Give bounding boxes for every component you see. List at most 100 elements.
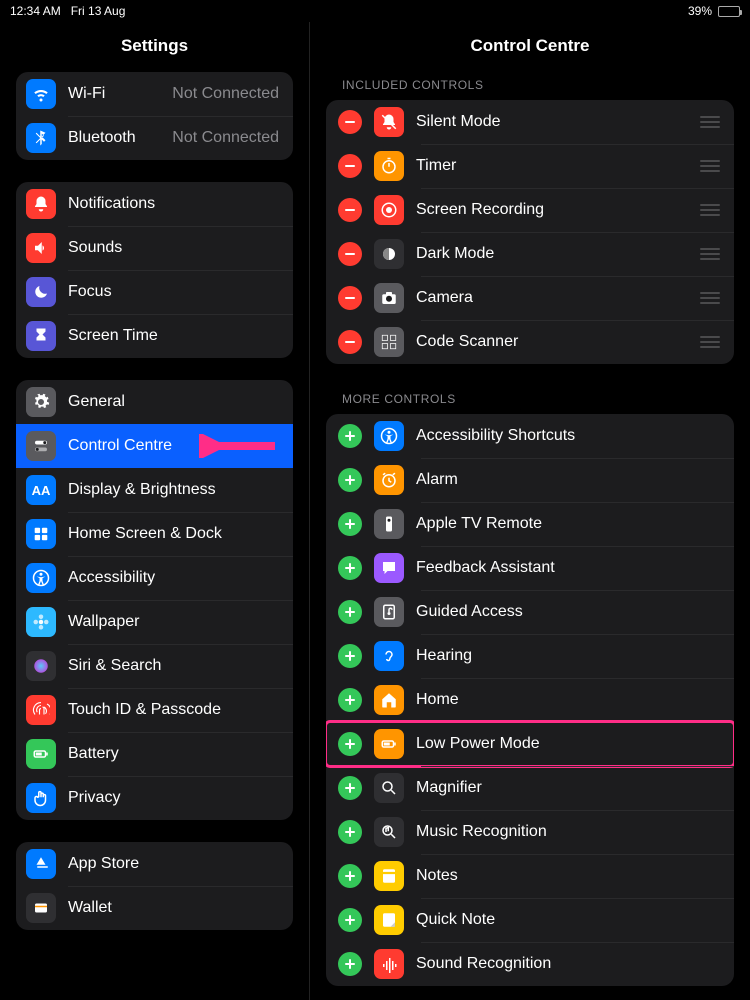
sidebar-item-home-screen-dock[interactable]: Home Screen & Dock xyxy=(16,512,293,556)
appstore-icon xyxy=(26,849,56,879)
sidebar-item-notifications[interactable]: Notifications xyxy=(16,182,293,226)
control-item-home[interactable]: Home xyxy=(326,678,734,722)
remove-button[interactable] xyxy=(338,286,362,310)
remove-button[interactable] xyxy=(338,198,362,222)
qrscan-icon xyxy=(374,327,404,357)
control-item-camera[interactable]: Camera xyxy=(326,276,734,320)
add-button[interactable] xyxy=(338,644,362,668)
control-item-label: Alarm xyxy=(416,471,720,489)
control-item-label: Home xyxy=(416,691,720,709)
battery-icon xyxy=(374,729,404,759)
control-item-screen-recording[interactable]: Screen Recording xyxy=(326,188,734,232)
drag-handle-icon[interactable] xyxy=(700,292,720,304)
sidebar-item-label: Siri & Search xyxy=(68,657,279,675)
drag-handle-icon[interactable] xyxy=(700,204,720,216)
magnify-icon xyxy=(374,773,404,803)
sidebar-item-label: Display & Brightness xyxy=(68,481,279,499)
control-item-silent-mode[interactable]: Silent Mode xyxy=(326,100,734,144)
remove-button[interactable] xyxy=(338,154,362,178)
remove-button[interactable] xyxy=(338,110,362,134)
status-time: 12:34 AM xyxy=(10,4,61,18)
sidebar-item-label: Home Screen & Dock xyxy=(68,525,279,543)
sidebar-item-general[interactable]: General xyxy=(16,380,293,424)
record-icon xyxy=(374,195,404,225)
add-button[interactable] xyxy=(338,820,362,844)
control-item-label: Timer xyxy=(416,157,700,175)
sidebar-item-wallet[interactable]: Wallet xyxy=(16,886,293,930)
add-button[interactable] xyxy=(338,468,362,492)
control-item-guided-access[interactable]: Guided Access xyxy=(326,590,734,634)
remove-button[interactable] xyxy=(338,242,362,266)
control-item-label: Apple TV Remote xyxy=(416,515,720,533)
add-button[interactable] xyxy=(338,556,362,580)
remove-button[interactable] xyxy=(338,330,362,354)
detail-pane: Control Centre INCLUDED CONTROLSSilent M… xyxy=(310,22,750,1000)
sidebar-item-sounds[interactable]: Sounds xyxy=(16,226,293,270)
add-button[interactable] xyxy=(338,512,362,536)
drag-handle-icon[interactable] xyxy=(700,116,720,128)
sidebar-item-label: App Store xyxy=(68,855,279,873)
sidebar-item-wallpaper[interactable]: Wallpaper xyxy=(16,600,293,644)
add-button[interactable] xyxy=(338,688,362,712)
control-item-label: Notes xyxy=(416,867,720,885)
hand-icon xyxy=(26,783,56,813)
add-button[interactable] xyxy=(338,952,362,976)
add-button[interactable] xyxy=(338,600,362,624)
sidebar-item-battery[interactable]: Battery xyxy=(16,732,293,776)
control-item-magnifier[interactable]: Magnifier xyxy=(326,766,734,810)
control-item-accessibility-shortcuts[interactable]: Accessibility Shortcuts xyxy=(326,414,734,458)
control-item-feedback-assistant[interactable]: Feedback Assistant xyxy=(326,546,734,590)
settings-sidebar: Settings Wi-FiNot ConnectedBluetoothNot … xyxy=(0,22,310,1000)
sidebar-item-focus[interactable]: Focus xyxy=(16,270,293,314)
sound-rec-icon xyxy=(374,949,404,979)
add-button[interactable] xyxy=(338,732,362,756)
control-item-apple-tv-remote[interactable]: Apple TV Remote xyxy=(326,502,734,546)
sidebar-item-privacy[interactable]: Privacy xyxy=(16,776,293,820)
guided-icon xyxy=(374,597,404,627)
sidebar-item-siri-search[interactable]: Siri & Search xyxy=(16,644,293,688)
sidebar-item-bluetooth[interactable]: BluetoothNot Connected xyxy=(16,116,293,160)
detail-title: Control Centre xyxy=(310,22,750,72)
sidebar-item-accessibility[interactable]: Accessibility xyxy=(16,556,293,600)
drag-handle-icon[interactable] xyxy=(700,336,720,348)
AA-icon: AA xyxy=(26,475,56,505)
add-button[interactable] xyxy=(338,424,362,448)
drag-handle-icon[interactable] xyxy=(700,248,720,260)
control-item-timer[interactable]: Timer xyxy=(326,144,734,188)
wifi-icon xyxy=(26,79,56,109)
sidebar-item-display-brightness[interactable]: AA Display & Brightness xyxy=(16,468,293,512)
control-item-hearing[interactable]: Hearing xyxy=(326,634,734,678)
sidebar-item-wi-fi[interactable]: Wi-FiNot Connected xyxy=(16,72,293,116)
control-item-notes[interactable]: Notes xyxy=(326,854,734,898)
sidebar-item-control-centre[interactable]: Control Centre xyxy=(16,424,293,468)
moon-icon xyxy=(26,277,56,307)
drag-handle-icon[interactable] xyxy=(700,160,720,172)
sidebar-item-value: Not Connected xyxy=(172,85,279,103)
sidebar-item-touch-id-passcode[interactable]: Touch ID & Passcode xyxy=(16,688,293,732)
speaker-icon xyxy=(26,233,56,263)
grid-icon xyxy=(26,519,56,549)
control-item-quick-note[interactable]: Quick Note xyxy=(326,898,734,942)
accessibility-icon xyxy=(26,563,56,593)
battery-icon xyxy=(718,6,740,17)
control-item-music-recognition[interactable]: Music Recognition xyxy=(326,810,734,854)
section-header: MORE CONTROLS xyxy=(326,386,734,414)
control-item-low-power-mode[interactable]: Low Power Mode xyxy=(326,722,734,766)
control-item-label: Accessibility Shortcuts xyxy=(416,427,720,445)
control-item-label: Quick Note xyxy=(416,911,720,929)
control-item-label: Screen Recording xyxy=(416,201,700,219)
control-item-dark-mode[interactable]: Dark Mode xyxy=(326,232,734,276)
sidebar-item-label: Wallpaper xyxy=(68,613,279,631)
siri-icon xyxy=(26,651,56,681)
control-item-sound-recognition[interactable]: Sound Recognition xyxy=(326,942,734,986)
add-button[interactable] xyxy=(338,908,362,932)
control-item-alarm[interactable]: Alarm xyxy=(326,458,734,502)
add-button[interactable] xyxy=(338,776,362,800)
sidebar-item-screen-time[interactable]: Screen Time xyxy=(16,314,293,358)
control-item-code-scanner[interactable]: Code Scanner xyxy=(326,320,734,364)
sidebar-item-label: Screen Time xyxy=(68,327,279,345)
ear-icon xyxy=(374,641,404,671)
remote-icon xyxy=(374,509,404,539)
add-button[interactable] xyxy=(338,864,362,888)
sidebar-item-app-store[interactable]: App Store xyxy=(16,842,293,886)
